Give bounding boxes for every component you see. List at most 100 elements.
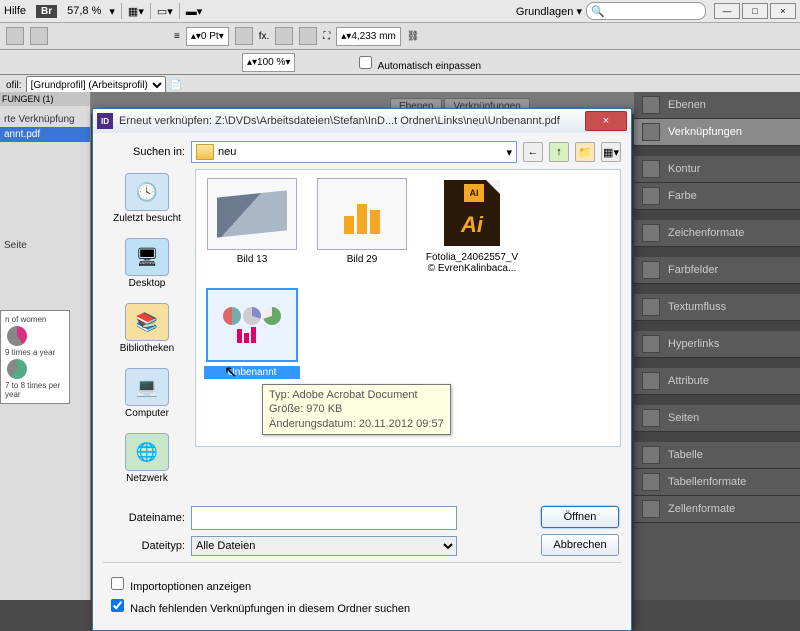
file-ai[interactable]: AIAi Fotolia_24062557_V © EvrenKalinbaca… [424,178,520,274]
panel-ebenen[interactable]: Ebenen [634,92,800,119]
filename-sub: © EvrenKalinbaca... [424,263,520,274]
back-button[interactable]: ← [523,142,543,162]
panel-kontur[interactable]: Kontur [634,156,800,183]
place-network[interactable]: 🌐Netzwerk [103,433,191,484]
import-options-checkbox[interactable]: Importoptionen anzeigen [107,574,617,593]
filename: Bild 13 [204,254,300,265]
links-icon [642,123,660,141]
cancel-button[interactable]: Abbrechen [541,534,619,556]
filename: Fotolia_24062557_V [424,252,520,263]
dialog-titlebar[interactable]: ID Erneut verknüpfen: Z:\DVDs\Arbeitsdat… [93,109,631,133]
panel-seiten[interactable]: Seiten [634,405,800,432]
file-unbenannt[interactable]: Unbenannt [204,288,300,379]
bridge-button[interactable]: Br [36,5,57,18]
table-icon [642,446,660,464]
filename-label: Dateiname: [103,512,185,524]
close-button[interactable]: × [770,3,796,19]
help-menu[interactable]: Hilfe [4,5,26,17]
thumb-ai: AIAi [428,178,516,248]
computer-icon: 💻 [125,368,169,406]
filetype-label: Dateityp: [103,540,185,552]
filename: Unbenannt [204,366,300,379]
network-icon: 🌐 [125,433,169,471]
nav-icons: ← ↑ 📁 ▦▾ [523,142,621,162]
panel-gap [634,146,800,156]
arrange-icon[interactable]: ▬▾ [186,5,203,18]
up-button[interactable]: ↑ [549,142,569,162]
frame-icon[interactable] [275,27,293,45]
layers-icon [642,96,660,114]
filetype-select[interactable]: Alle Dateien [191,536,457,556]
dialog-buttons: Öffnen Abbrechen [541,506,619,556]
file-bild29[interactable]: Bild 29 [314,178,410,274]
recent-icon: 🕓 [125,173,169,211]
screen-mode-icon[interactable]: ▭▾ [157,5,173,18]
panel-verknuepfungen[interactable]: Verknüpfungen [634,119,800,146]
panel-tabellenformate[interactable]: Tabellenformate [634,469,800,496]
places-bar: 🕓Zuletzt besucht 🖥Desktop 📚Bibliotheken … [103,169,191,498]
crop-icon[interactable]: ⛶ [323,31,330,42]
link-icon[interactable]: ⛓ [407,31,420,42]
new-folder-button[interactable]: 📁 [575,142,595,162]
view-mode-icon[interactable]: ▦▾ [128,5,144,18]
panel-zeichen[interactable]: Zeichenformate [634,220,800,247]
view-menu-button[interactable]: ▦▾ [601,142,621,162]
place-recent[interactable]: 🕓Zuletzt besucht [103,173,191,224]
search-missing-checkbox[interactable]: Nach fehlenden Verknüpfungen in diesem O… [107,596,617,615]
panel-textumfluss[interactable]: Textumfluss [634,294,800,321]
panel-zellenformate[interactable]: Zellenformate [634,496,800,523]
thumb-text-1: n of women [5,315,65,324]
cellfmt-icon [642,500,660,518]
dialog-close-button[interactable]: × [585,111,627,131]
char-icon[interactable] [6,27,24,45]
file-bild13[interactable]: Bild 13 [204,178,300,274]
folder-name: neu [218,146,236,158]
panel-farbe[interactable]: Farbe [634,183,800,210]
chevron-down-icon: ▾ [506,146,512,159]
right-panel-dock: Ebenen Verknüpfungen Kontur Farbe Zeiche… [634,92,800,600]
place-desktop[interactable]: 🖥Desktop [103,238,191,289]
maximize-button[interactable]: □ [742,3,768,19]
panel-tabelle[interactable]: Tabelle [634,442,800,469]
indesign-icon: ID [97,113,113,129]
link-item-selected[interactable]: annt.pdf [0,127,90,142]
panel-attribute[interactable]: Attribute [634,368,800,395]
dialog-options: Importoptionen anzeigen Nach fehlenden V… [103,562,621,622]
panel-farbfelder[interactable]: Farbfelder [634,257,800,284]
options-bar-1: ≡ ▴▾ 0 Pt ▾ fx. ⛶ ▴▾ 4,233 mm ⛓ [0,23,800,50]
place-computer[interactable]: 💻Computer [103,368,191,419]
dialog-body: Suchen in: neu ▾ ← ↑ 📁 ▦▾ 🕓Zuletzt besuc… [93,133,631,630]
percent-field[interactable]: ▴▾ 100 % ▾ [242,53,295,72]
fit-icon[interactable] [299,27,317,45]
tooltip-date: Änderungsdatum: 20.11.2012 09:57 [269,417,444,431]
separator [121,3,122,19]
tooltip-size: Größe: 970 KB [269,402,444,416]
folder-icon [196,144,214,160]
para-icon[interactable] [30,27,48,45]
filename: Bild 29 [314,254,410,265]
fx-icon[interactable] [235,27,253,45]
filename-input[interactable] [191,506,457,530]
profile-icon[interactable]: 📄 [170,80,182,91]
separator [179,3,180,19]
open-button[interactable]: Öffnen [541,506,619,528]
size-field[interactable]: ▴▾ 4,233 mm [336,27,401,46]
zoom-level[interactable]: 57,8 % [67,5,101,17]
links-panel-header: FUNGEN (1) [0,92,90,106]
stroke-weight[interactable]: ▴▾ 0 Pt ▾ [186,27,229,46]
autofit-checkbox[interactable]: Automatisch einpassen [355,53,481,72]
wrap-icon [642,298,660,316]
dropdown-icon[interactable]: ▾ [109,5,115,18]
search-input[interactable]: 🔍 [586,2,706,20]
minimize-button[interactable]: — [714,3,740,19]
panel-hyperlinks[interactable]: Hyperlinks [634,331,800,358]
thumb-bild13 [207,178,297,250]
options-bar-2: ▴▾ 100 % ▾ Automatisch einpassen [0,50,800,75]
workspace-switcher[interactable]: Grundlagen ▾ [516,5,582,18]
tooltip-type: Typ: Adobe Acrobat Document [269,388,444,402]
thumb-bild29 [317,178,407,250]
place-libraries[interactable]: 📚Bibliotheken [103,303,191,354]
tablefmt-icon [642,473,660,491]
panel-gap [634,432,800,442]
folder-combo[interactable]: neu ▾ [191,141,517,163]
